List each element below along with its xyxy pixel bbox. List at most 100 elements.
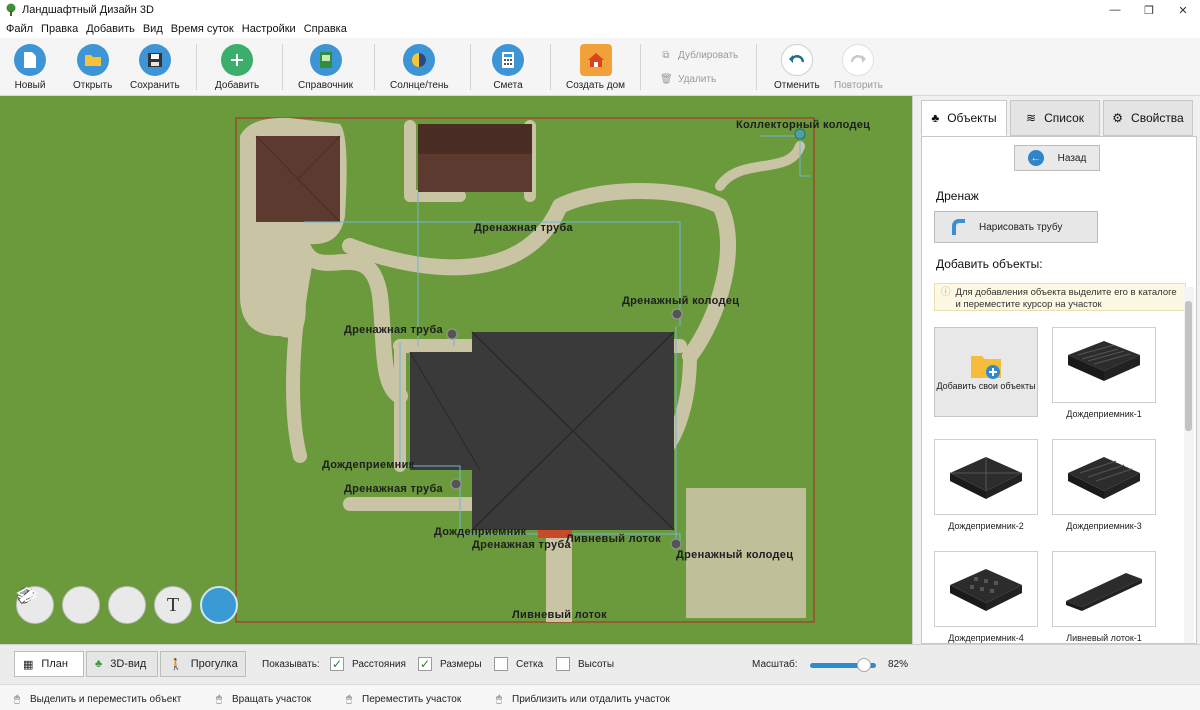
- arrow-left-icon: ←: [1027, 150, 1044, 166]
- label-drain-pipe[interactable]: Дренажная труба: [474, 222, 573, 234]
- duplicate-label: Дублировать: [678, 50, 739, 61]
- hint-text: Для добавления объекта выделите его в ка…: [955, 287, 1177, 310]
- checkbox-grid[interactable]: Сетка: [494, 657, 543, 671]
- tab-3d[interactable]: ♣ 3D-вид: [86, 651, 158, 677]
- label-drain-well[interactable]: Дренажный колодец: [622, 295, 739, 307]
- close-button[interactable]: ✕: [1166, 0, 1200, 20]
- grid-label: Сетка: [516, 658, 544, 670]
- tab-objects[interactable]: ♣ Объекты: [921, 100, 1007, 136]
- add-own-objects-button[interactable]: Добавить свои объекты: [934, 327, 1038, 417]
- undo-button[interactable]: Отменить: [774, 44, 820, 91]
- checkbox-heights[interactable]: Высоты: [556, 657, 614, 671]
- objects-panel: ← Назад Дренаж Нарисовать трубу Добавить…: [921, 136, 1197, 644]
- undo-label: Отменить: [774, 80, 820, 91]
- tab-list[interactable]: ≋ Список: [1010, 100, 1100, 136]
- checkbox-distances[interactable]: ✓ Расстояния: [330, 657, 406, 671]
- menu-help[interactable]: Справка: [300, 20, 351, 38]
- tab-properties[interactable]: ⚙ Свойства: [1103, 100, 1193, 136]
- scroll-thumb[interactable]: [1185, 301, 1192, 431]
- menu-daytime[interactable]: Время суток: [167, 20, 238, 38]
- catalog-item-name: Дождеприемник-3: [1066, 521, 1142, 531]
- catalog-item[interactable]: Ливневый лоток-1: [1052, 551, 1156, 643]
- scale-label: Масштаб:: [752, 659, 798, 670]
- redo-button[interactable]: Повторить: [834, 44, 883, 91]
- add-button[interactable]: Добавить: [215, 44, 259, 91]
- sun-shadow-button[interactable]: Солнце/тень: [390, 44, 449, 91]
- new-button[interactable]: Новый: [14, 44, 46, 91]
- label-rain-channel[interactable]: Ливневый лоток: [566, 533, 661, 545]
- new-file-icon: [14, 44, 46, 76]
- folder-icon: [76, 44, 109, 76]
- view-bar: ▦ План ♣ 3D-вид 🚶 Прогулка Показывать: ✓…: [0, 644, 1200, 684]
- draw-pipe-button[interactable]: Нарисовать трубу: [934, 211, 1098, 243]
- open-button[interactable]: Открыть: [73, 44, 112, 91]
- app-logo-icon: [6, 3, 16, 16]
- floppy-icon: [138, 44, 171, 76]
- canvas-tools: T: [16, 586, 246, 624]
- ruler-icon[interactable]: [17, 586, 146, 624]
- label-drain-pipe[interactable]: Дренажная труба: [344, 324, 443, 336]
- layers-icon[interactable]: [16, 586, 238, 624]
- catalog-item-name: Дождеприемник-2: [948, 521, 1024, 531]
- estimate-button[interactable]: Смета: [492, 44, 524, 91]
- add-own-label: Добавить свои объекты: [936, 381, 1036, 391]
- book-icon: [309, 44, 342, 76]
- slider-thumb[interactable]: [857, 658, 872, 672]
- 3d-tree-icon: ♣: [95, 658, 103, 670]
- create-house-button[interactable]: Создать дом: [566, 44, 625, 91]
- catalog-item-name: Дождеприемник-4: [948, 633, 1024, 643]
- label-drain-pipe[interactable]: Дренажная труба: [344, 483, 443, 495]
- window-title: Ландшафтный Дизайн 3D: [22, 4, 154, 16]
- menu-settings[interactable]: Настройки: [238, 20, 300, 38]
- plan-canvas[interactable]: Коллекторный колодец Дренажная труба Дре…: [0, 96, 912, 644]
- toolbar: Новый Открыть Сохранить Добавить Справоч…: [0, 38, 1200, 96]
- checkbox-sizes[interactable]: ✓ Размеры: [418, 657, 482, 671]
- folder-add-icon: [971, 356, 1001, 379]
- section-title: Дренаж: [936, 189, 979, 203]
- save-button[interactable]: Сохранить: [130, 44, 180, 91]
- status-zoom-text: Приблизить или отдалить участок: [512, 694, 670, 705]
- status-zoom: 🖱 Приблизить или отдалить участок: [496, 694, 670, 705]
- scale-slider[interactable]: [810, 658, 876, 672]
- catalog-item[interactable]: Дождеприемник-4: [934, 551, 1038, 643]
- duplicate-button[interactable]: ⧉ Дублировать: [660, 50, 738, 61]
- menu-edit[interactable]: Правка: [37, 20, 82, 38]
- hand-pan-icon[interactable]: [17, 586, 100, 624]
- delete-button[interactable]: 🗑 Удалить: [660, 74, 716, 85]
- grate-icon: [1068, 341, 1140, 381]
- minimize-button[interactable]: —: [1098, 0, 1132, 20]
- label-rain-channel[interactable]: Ливневый лоток: [512, 609, 607, 621]
- label-collector-well[interactable]: Коллекторный колодец: [736, 119, 870, 131]
- mouse-middle-icon: 🖱: [216, 694, 222, 705]
- new-label: Новый: [14, 80, 46, 91]
- catalog-item[interactable]: Дождеприемник-3: [1052, 439, 1156, 531]
- maximize-button[interactable]: ❐: [1132, 0, 1166, 20]
- hint-box: ⓘ Для добавления объекта выделите его в …: [934, 283, 1186, 311]
- text-tool-icon[interactable]: T: [154, 586, 192, 624]
- label-drain-well[interactable]: Дренажный колодец: [676, 549, 793, 561]
- menu-add[interactable]: Добавить: [82, 20, 139, 38]
- menu-view[interactable]: Вид: [139, 20, 167, 38]
- draw-pipe-label: Нарисовать трубу: [979, 221, 1063, 233]
- channel-icon: [1066, 573, 1142, 611]
- estimate-label: Смета: [493, 80, 523, 91]
- back-button[interactable]: ← Назад: [1014, 145, 1100, 171]
- menu-file[interactable]: Файл: [2, 20, 37, 38]
- pipe-icon: [952, 219, 965, 235]
- label-rain-inlet[interactable]: Дождеприемник: [434, 526, 527, 538]
- label-drain-pipe[interactable]: Дренажная труба: [472, 539, 571, 551]
- label-rain-inlet[interactable]: Дождеприемник: [322, 459, 415, 471]
- checkbox-empty: [556, 657, 570, 671]
- catalog-item[interactable]: Дождеприемник-1: [1052, 327, 1156, 419]
- sizes-label: Размеры: [440, 658, 482, 670]
- catalog-item[interactable]: Дождеприемник-2: [934, 439, 1038, 531]
- check-icon: ✓: [418, 657, 432, 671]
- tab-walk[interactable]: 🚶 Прогулка: [160, 651, 246, 677]
- tab-plan[interactable]: ▦ План: [14, 651, 84, 677]
- tab-properties-label: Свойства: [1131, 111, 1184, 125]
- catalog-scrollbar[interactable]: [1184, 287, 1194, 643]
- reference-button[interactable]: Справочник: [298, 44, 353, 91]
- open-label: Открыть: [73, 80, 113, 91]
- back-label: Назад: [1057, 152, 1087, 164]
- status-move: 🖱 Переместить участок: [346, 694, 461, 705]
